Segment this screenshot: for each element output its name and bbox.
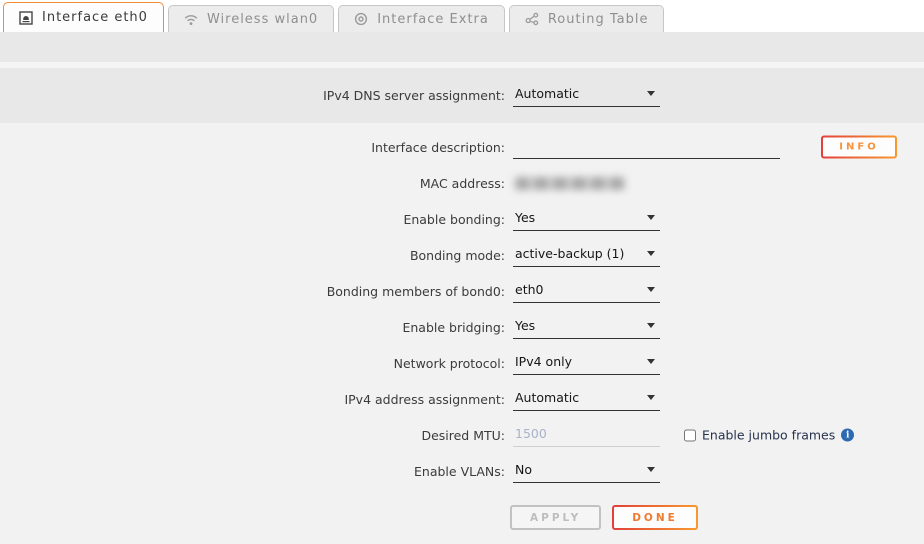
mac-row: MAC address:	[0, 165, 924, 201]
mtu-label: Desired MTU:	[0, 428, 505, 443]
wifi-icon	[184, 13, 198, 26]
info-circle-icon[interactable]	[841, 429, 854, 442]
dns-assignment-label: IPv4 DNS server assignment:	[0, 88, 505, 103]
vlans-select[interactable]: No	[513, 460, 660, 483]
ipv4-assignment-row: IPv4 address assignment: Automatic	[0, 381, 924, 417]
chevron-down-icon	[647, 395, 655, 400]
chevron-down-icon	[647, 323, 655, 328]
bond-members-label: Bonding members of bond0:	[0, 284, 505, 299]
tab-interface-extra[interactable]: Interface Extra	[338, 5, 505, 32]
dns-assignment-value: Automatic	[515, 86, 579, 101]
description-input[interactable]	[513, 136, 780, 159]
protocol-label: Network protocol:	[0, 356, 505, 371]
mac-address-value-redacted	[515, 177, 625, 190]
bonding-row: Enable bonding: Yes	[0, 201, 924, 237]
jumbo-frames-checkbox[interactable]	[684, 429, 696, 441]
bonding-label: Enable bonding:	[0, 212, 505, 227]
target-icon	[354, 12, 368, 26]
bond-members-row: Bonding members of bond0: eth0	[0, 273, 924, 309]
description-label: Interface description:	[0, 140, 505, 155]
description-row: Interface description: INFO	[0, 129, 924, 165]
dns-assignment-select[interactable]: Automatic	[513, 84, 660, 107]
dns-section: IPv4 DNS server assignment: Automatic	[0, 68, 924, 123]
tab-bar: Interface eth0 Wireless wlan0 Interface …	[0, 0, 924, 32]
ipv4-assignment-value: Automatic	[515, 390, 579, 405]
tab-wireless-wlan0[interactable]: Wireless wlan0	[168, 5, 334, 32]
mac-label: MAC address:	[0, 176, 505, 191]
bridging-select[interactable]: Yes	[513, 316, 660, 339]
bridging-label: Enable bridging:	[0, 320, 505, 335]
bridging-row: Enable bridging: Yes	[0, 309, 924, 345]
nodes-icon	[525, 12, 539, 26]
chevron-down-icon	[647, 287, 655, 292]
action-buttons: APPLY DONE	[510, 505, 924, 530]
chevron-down-icon	[647, 91, 655, 96]
jumbo-frames-group: Enable jumbo frames	[684, 428, 854, 443]
tab-label: Interface Extra	[377, 12, 489, 27]
top-gray-band	[0, 32, 924, 62]
mtu-row: Desired MTU: Enable jumbo frames	[0, 417, 924, 453]
tab-label: Routing Table	[548, 12, 649, 27]
protocol-select[interactable]: IPv4 only	[513, 352, 660, 375]
chevron-down-icon	[647, 467, 655, 472]
protocol-row: Network protocol: IPv4 only	[0, 345, 924, 381]
bonding-mode-select[interactable]: active-backup (1)	[513, 244, 660, 267]
chevron-down-icon	[647, 359, 655, 364]
info-button[interactable]: INFO	[821, 136, 897, 159]
ipv4-assignment-select[interactable]: Automatic	[513, 388, 660, 411]
bond-members-select[interactable]: eth0	[513, 280, 660, 303]
vlans-value: No	[515, 462, 532, 477]
bonding-mode-label: Bonding mode:	[0, 248, 505, 263]
bonding-select[interactable]: Yes	[513, 208, 660, 231]
chevron-down-icon	[647, 251, 655, 256]
vlans-label: Enable VLANs:	[0, 464, 505, 479]
bonding-value: Yes	[515, 210, 535, 225]
jumbo-frames-label: Enable jumbo frames	[702, 428, 835, 443]
tab-routing-table[interactable]: Routing Table	[509, 5, 665, 32]
chevron-down-icon	[647, 215, 655, 220]
tab-interface-eth0[interactable]: Interface eth0	[3, 2, 164, 32]
vlans-row: Enable VLANs: No	[0, 453, 924, 489]
ethernet-icon	[19, 11, 33, 25]
interface-form: Interface description: INFO MAC address:…	[0, 123, 924, 544]
mtu-input	[513, 424, 660, 447]
protocol-value: IPv4 only	[515, 354, 572, 369]
bridging-value: Yes	[515, 318, 535, 333]
bonding-mode-row: Bonding mode: active-backup (1)	[0, 237, 924, 273]
bond-members-value: eth0	[515, 282, 543, 297]
apply-button[interactable]: APPLY	[510, 505, 601, 530]
ipv4-assignment-label: IPv4 address assignment:	[0, 392, 505, 407]
tab-label: Interface eth0	[42, 10, 148, 25]
tab-label: Wireless wlan0	[207, 12, 318, 27]
bonding-mode-value: active-backup (1)	[515, 246, 624, 261]
done-button[interactable]: DONE	[612, 505, 698, 530]
